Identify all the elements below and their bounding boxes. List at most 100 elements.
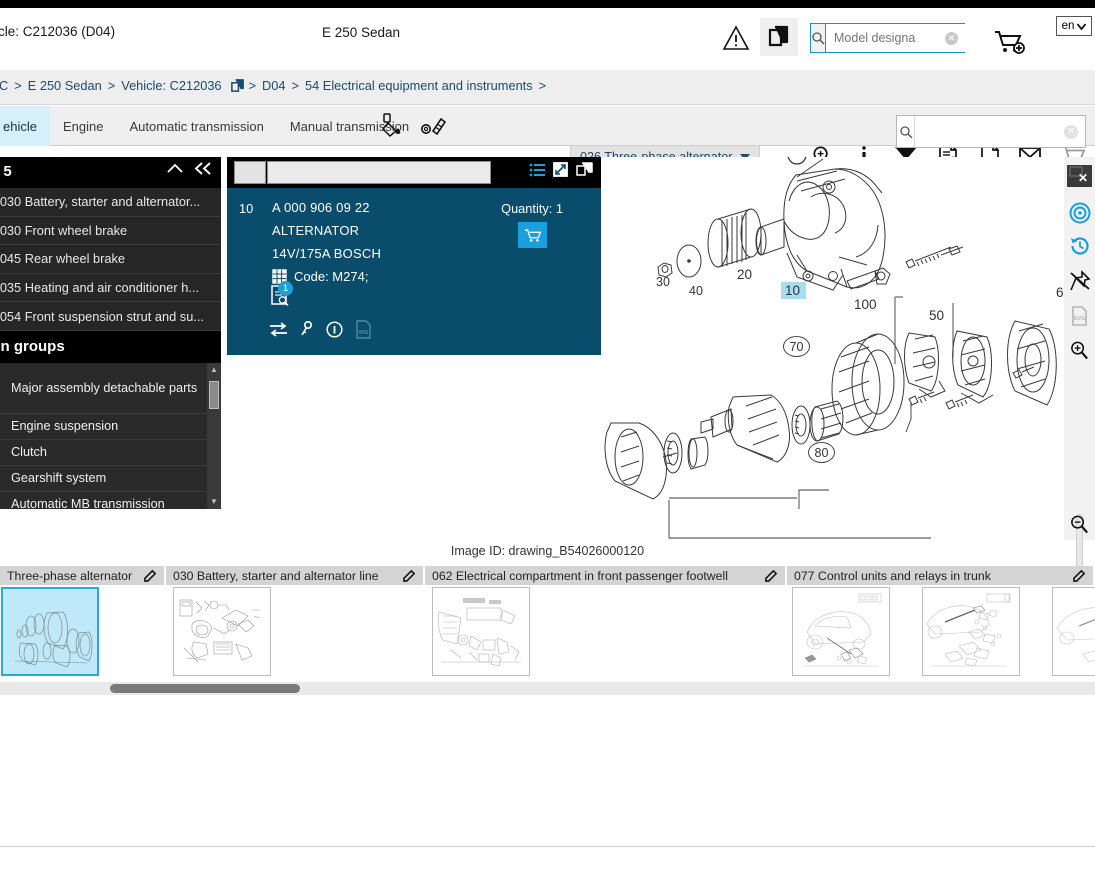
thumbnail-group-labels: Three-phase alternator 030 Battery, star… xyxy=(0,566,1095,585)
thumb-group-label-control-units[interactable]: 077 Control units and relays in trunk xyxy=(787,566,1095,585)
thumbnail-battery-starter-line[interactable] xyxy=(173,587,271,676)
part-panel-header xyxy=(227,157,601,188)
group-item-gearshift-system[interactable]: Gearshift system xyxy=(0,466,221,492)
callout-80[interactable]: 80 xyxy=(808,442,835,463)
breadcrumb-item-4[interactable]: 54 Electrical equipment and instruments xyxy=(300,78,538,93)
callout-70[interactable]: 70 xyxy=(783,336,810,357)
zoom-out-icon[interactable] xyxy=(1064,509,1095,540)
svg-text:WIS: WIS xyxy=(359,330,369,336)
main-groups-list: Major assembly detachable parts Engine s… xyxy=(0,362,221,509)
part-number[interactable]: A 000 906 09 22 xyxy=(272,200,381,215)
group-item-automatic-mb-transmission[interactable]: Automatic MB transmission xyxy=(0,492,221,509)
tab-vehicle[interactable]: ehicle xyxy=(0,106,50,146)
header-search-box[interactable]: ✕ xyxy=(810,23,997,53)
edit-icon[interactable] xyxy=(144,569,157,582)
list-view-icon[interactable] xyxy=(529,163,545,177)
header-search-input[interactable] xyxy=(826,24,997,52)
left-panel-row[interactable]: - 030 Front wheel brake xyxy=(0,217,221,246)
edit-icon[interactable] xyxy=(765,569,778,582)
target-icon[interactable] xyxy=(1064,197,1095,228)
main-groups-scrollbar[interactable]: ▲ ▼ xyxy=(207,362,221,509)
exchange-icon[interactable] xyxy=(269,322,288,337)
callout-30[interactable]: 30 xyxy=(656,275,670,289)
vehicle-copy-icon[interactable] xyxy=(230,78,245,93)
thumb-group-label-three-phase-alternator[interactable]: Three-phase alternator xyxy=(0,566,166,585)
left-panel-row[interactable]: - 045 Rear wheel brake xyxy=(0,245,221,274)
breadcrumb-item-3[interactable]: D04 xyxy=(257,78,290,93)
group-label-text: 077 Control units and relays in trunk xyxy=(794,568,991,583)
key-icon[interactable] xyxy=(300,321,314,338)
group-label: Engine suspension xyxy=(11,419,119,434)
group-item-major-assembly[interactable]: Major assembly detachable parts xyxy=(0,363,221,414)
thumbnail-control-units-b[interactable] xyxy=(922,587,1020,676)
bolt-tool-icon[interactable] xyxy=(420,113,447,138)
group-label-text: Three-phase alternator xyxy=(7,568,133,583)
breadcrumb: C > E 250 Sedan > Vehicle: C212036 > D04… xyxy=(0,78,547,93)
thumb-group-label-battery-starter[interactable]: 030 Battery, starter and alternator line xyxy=(166,566,425,585)
search-icon xyxy=(811,24,826,52)
group-item-clutch[interactable]: Clutch xyxy=(0,440,221,466)
thumb-group-label-electrical-compartment[interactable]: 062 Electrical compartment in front pass… xyxy=(425,566,787,585)
left-panel-row[interactable]: - 035 Heating and air conditioner h... xyxy=(0,274,221,303)
part-position: 10 xyxy=(239,201,254,216)
unpin-icon[interactable] xyxy=(1064,265,1095,296)
image-id-label: Image ID: drawing_B54026000120 xyxy=(450,544,645,558)
callout-10[interactable]: 10 xyxy=(785,283,800,298)
breadcrumb-separator: > xyxy=(538,78,547,93)
breadcrumb-item-2[interactable]: Vehicle: C212036 xyxy=(116,78,226,93)
app-header: cle: C212036 (D04) E 250 Sedan Model des… xyxy=(0,8,1095,66)
paint-fill-icon[interactable] xyxy=(380,112,406,138)
row-label: - 035 Heating and air conditioner h... xyxy=(0,280,200,296)
zoom-in-icon[interactable] xyxy=(1064,335,1095,366)
language-select[interactable]: en xyxy=(1056,16,1092,36)
application-root: cle: C212036 (D04) E 250 Sedan Model des… xyxy=(0,0,1095,874)
group-item-engine-suspension[interactable]: Engine suspension xyxy=(0,414,221,440)
left-panel-row[interactable]: - 054 Front suspension strut and su... xyxy=(0,302,221,331)
toolbar-search-input[interactable] xyxy=(915,116,1085,147)
thumbnail-control-units-a[interactable] xyxy=(792,587,890,676)
toolbar-search-clear-icon[interactable]: ✕ xyxy=(1064,125,1078,139)
tab-engine[interactable]: Engine xyxy=(50,106,116,146)
scrollbar-thumb[interactable] xyxy=(209,380,219,409)
callout-100[interactable]: 100 xyxy=(854,297,877,312)
callout-40[interactable]: 40 xyxy=(689,284,703,298)
breadcrumb-item-1[interactable]: E 250 Sedan xyxy=(23,78,107,93)
history-icon[interactable] xyxy=(1064,230,1095,261)
scrollbar-thumb[interactable] xyxy=(110,684,300,693)
expand-view-icon[interactable] xyxy=(553,162,568,177)
part-panel-input-field[interactable] xyxy=(267,161,491,184)
detach-window-icon[interactable] xyxy=(576,162,593,177)
group-label-text: 030 Battery, starter and alternator line xyxy=(173,568,379,583)
tab-automatic-transmission[interactable]: Automatic transmission xyxy=(116,106,276,146)
close-icon[interactable]: ✕ xyxy=(1067,165,1092,187)
thumbnail-control-units-c[interactable] xyxy=(1052,587,1095,676)
edit-icon[interactable] xyxy=(1073,569,1086,582)
parts-diagram[interactable]: 30 40 20 10 100 50 60 70 80 xyxy=(601,157,1071,540)
group-label: Automatic MB transmission xyxy=(11,497,165,509)
callout-50[interactable]: 50 xyxy=(929,308,944,323)
toolbar-search-box[interactable]: ✕ xyxy=(896,115,1086,148)
add-to-cart-icon[interactable] xyxy=(993,28,1027,56)
collapse-left-icon[interactable] xyxy=(194,161,213,176)
group-label-text: 062 Electrical compartment in front pass… xyxy=(432,568,728,583)
edit-icon[interactable] xyxy=(403,569,416,582)
scroll-up-icon[interactable]: ▲ xyxy=(207,363,221,377)
info-circle-icon[interactable] xyxy=(326,321,343,338)
breadcrumb-item-0[interactable]: C xyxy=(0,78,13,93)
callout-20[interactable]: 20 xyxy=(737,267,752,282)
thumbnail-electrical-compartment[interactable] xyxy=(432,587,530,676)
bottom-divider xyxy=(0,846,1095,847)
warning-triangle-icon[interactable] xyxy=(722,24,750,52)
part-panel-select-box[interactable] xyxy=(234,161,266,184)
svg-export-icon[interactable]: SVG xyxy=(1064,300,1095,331)
part-add-to-cart-button[interactable] xyxy=(518,222,547,248)
thumbnail-horizontal-scrollbar[interactable] xyxy=(0,682,1095,695)
left-panel-row[interactable]: - 030 Battery, starter and alternator... xyxy=(0,188,221,217)
thumbnail-alternator[interactable] xyxy=(1,587,99,676)
copy-icon[interactable] xyxy=(760,18,798,56)
header-search-clear-icon[interactable]: ✕ xyxy=(945,32,958,45)
collapse-up-icon[interactable] xyxy=(166,162,184,175)
breadcrumb-bar: C > E 250 Sedan > Vehicle: C212036 > D04… xyxy=(0,70,1095,170)
scroll-down-icon[interactable]: ▼ xyxy=(207,495,221,509)
wis-document-icon[interactable]: WIS xyxy=(355,320,372,339)
